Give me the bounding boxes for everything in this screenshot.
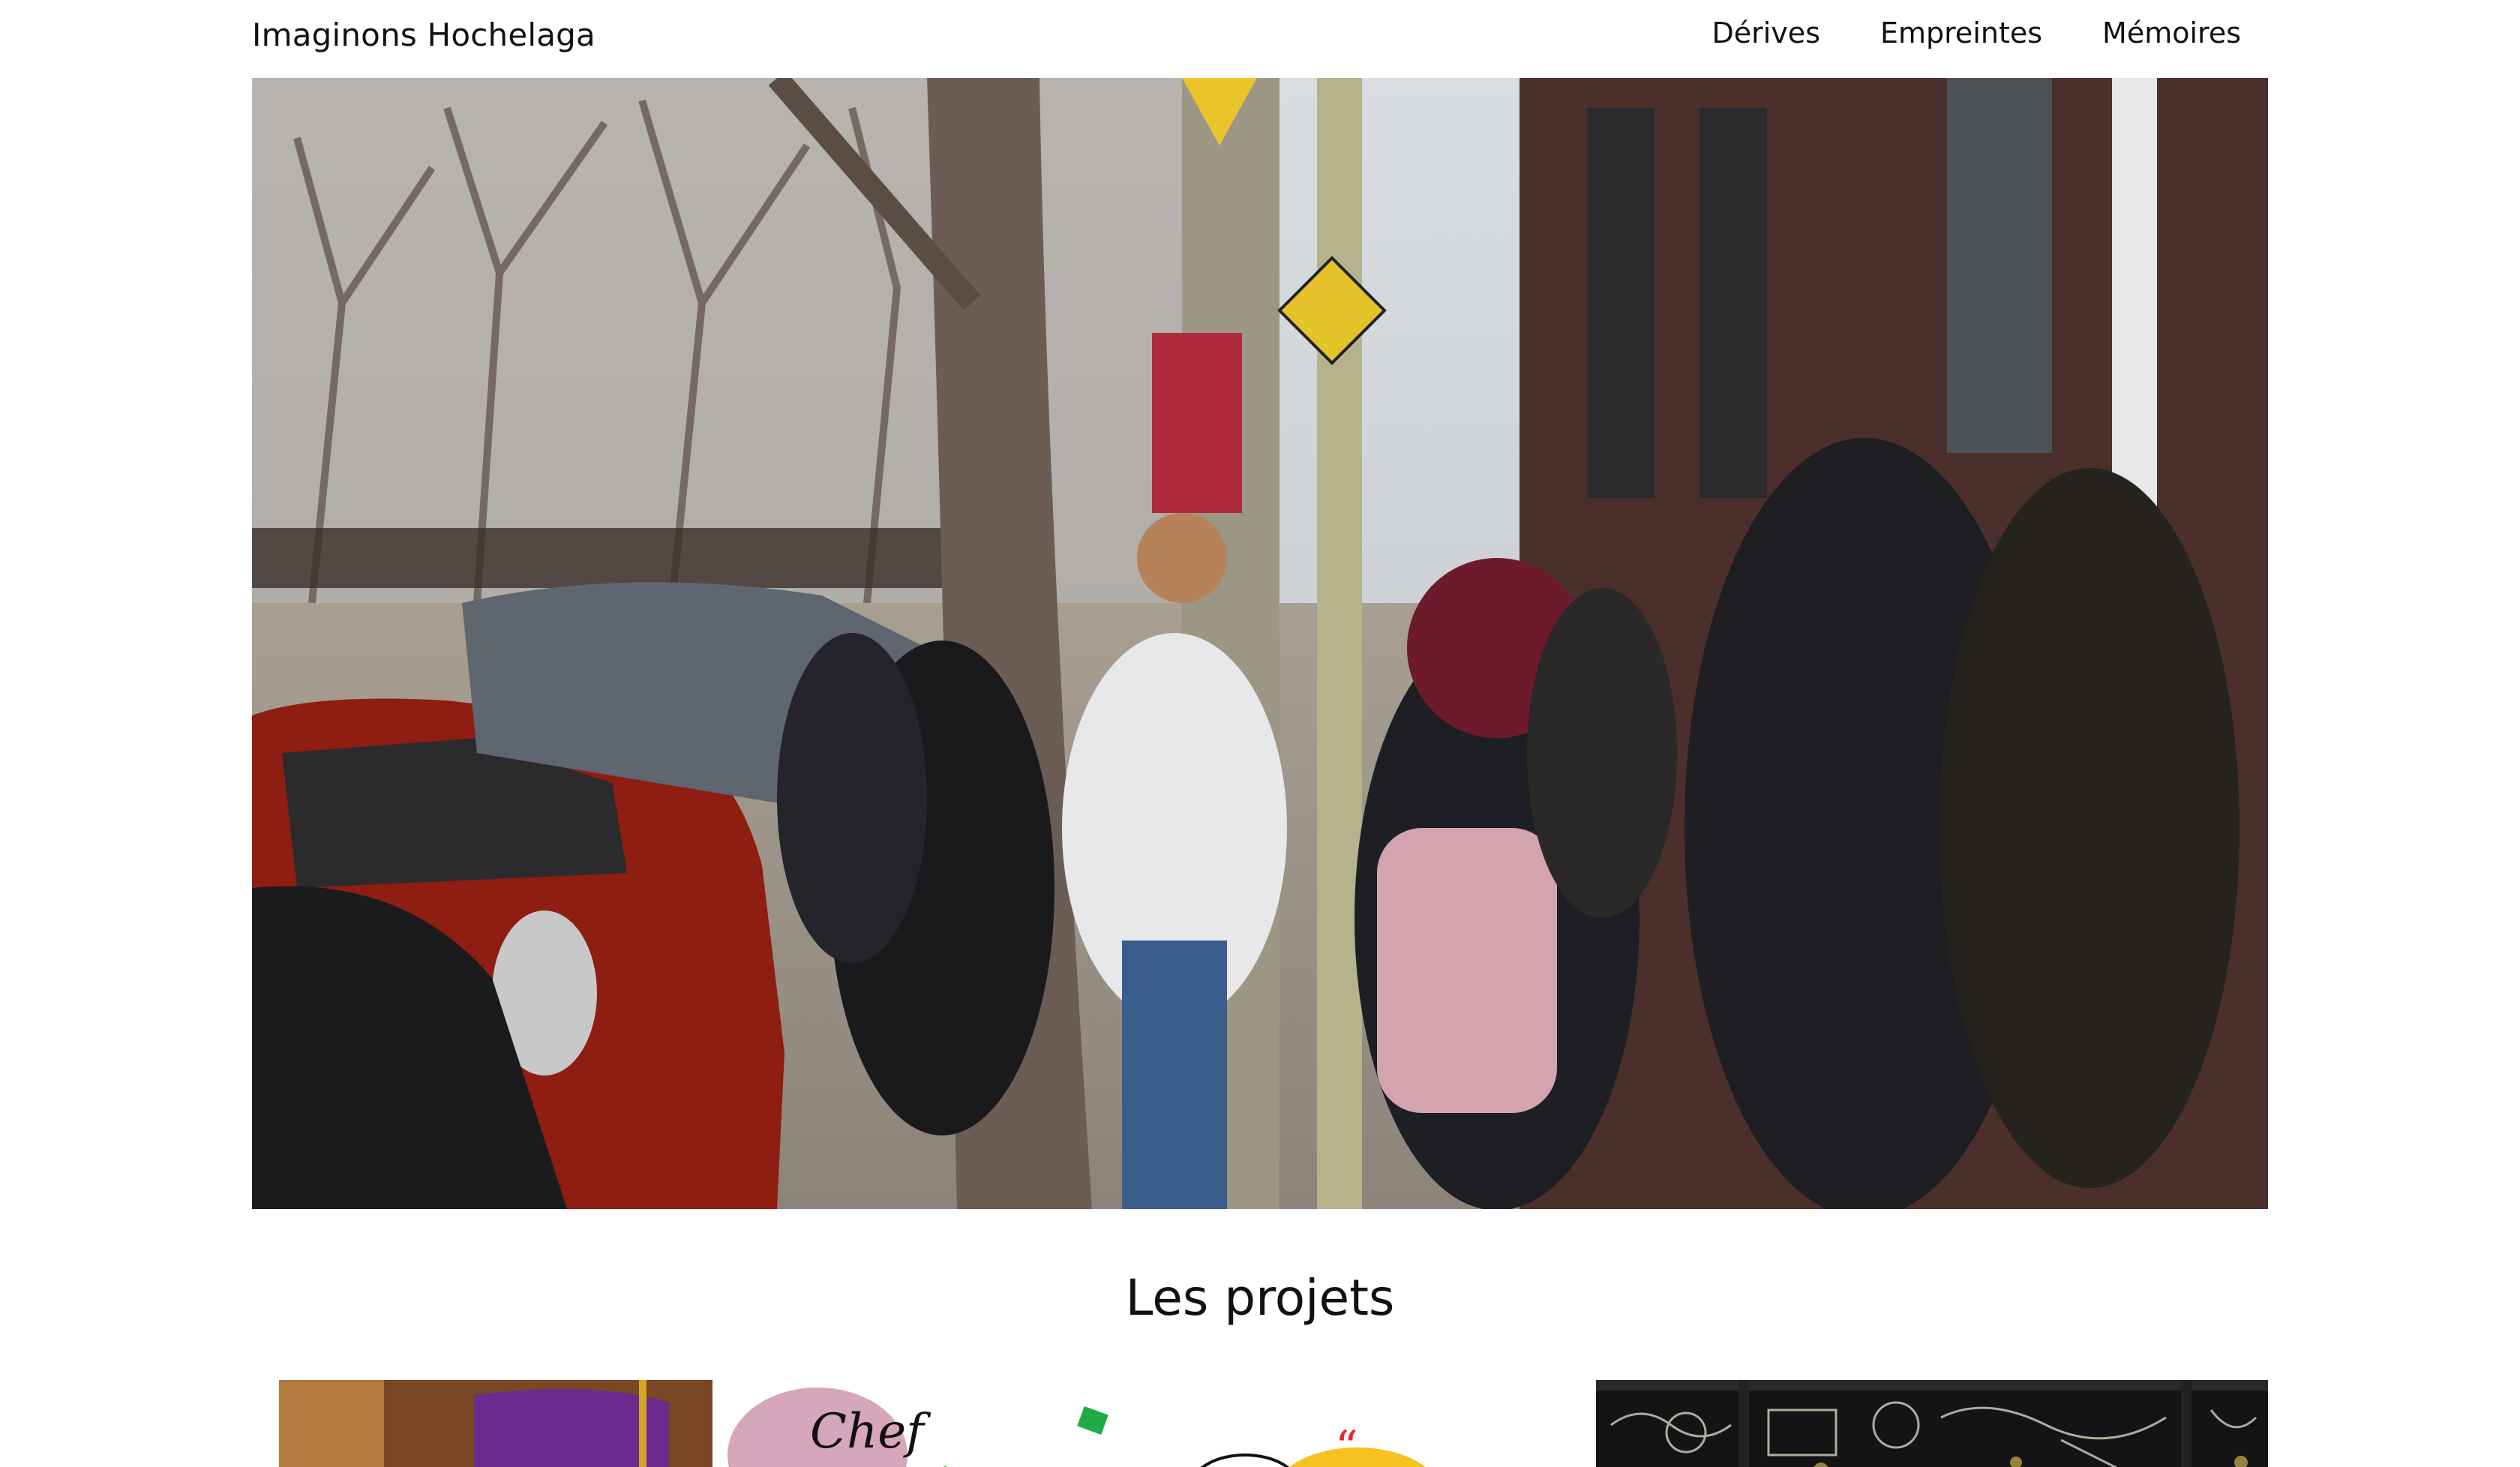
site-title-link[interactable]: Imaginons Hochelaga bbox=[252, 16, 596, 53]
project-card-1-image bbox=[279, 1380, 712, 1467]
hero-street-scene-image bbox=[252, 78, 2268, 1209]
project-card-2[interactable]: Chef “ bbox=[712, 1380, 1598, 1467]
project-card-2-text: Chef bbox=[810, 1404, 932, 1460]
project-card-2-image: Chef “ bbox=[728, 1388, 1426, 1467]
project-card-3[interactable] bbox=[1596, 1380, 2268, 1467]
nav-link-empreintes[interactable]: Empreintes bbox=[1880, 16, 2042, 50]
project-card-1[interactable] bbox=[279, 1380, 712, 1467]
projects-grid: Chef “ bbox=[0, 1380, 2520, 1467]
nav-link-memoires[interactable]: Mémoires bbox=[2102, 16, 2241, 50]
svg-text:“: “ bbox=[1335, 1421, 1358, 1467]
main-nav: Dérives Empreintes Mémoires bbox=[1712, 16, 2242, 50]
nav-link-derives[interactable]: Dérives bbox=[1712, 16, 1821, 50]
project-card-3-image bbox=[1596, 1380, 2268, 1467]
site-header: Imaginons Hochelaga Dérives Empreintes M… bbox=[0, 0, 2520, 78]
hero-video[interactable] bbox=[252, 78, 2268, 1209]
projects-section-title: Les projets bbox=[1125, 1269, 1395, 1327]
